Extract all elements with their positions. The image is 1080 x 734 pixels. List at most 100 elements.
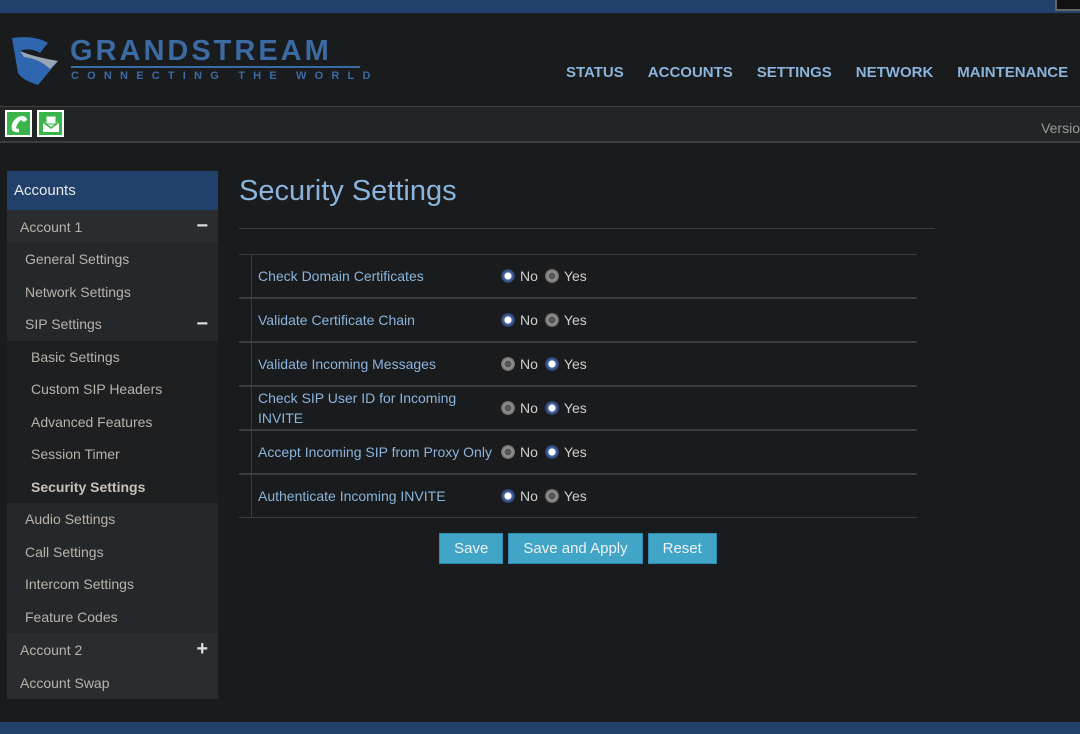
top-bar-control[interactable]: [1055, 0, 1080, 11]
radio-button-icon[interactable]: [544, 489, 559, 503]
radio-label: Yes: [563, 444, 587, 460]
setting-label: Check Domain Certificates: [258, 268, 424, 284]
setting-label: Validate Certificate Chain: [258, 312, 415, 328]
radio-no[interactable]: No: [501, 488, 538, 504]
radio-label: No: [520, 312, 538, 328]
sidebar-item-basic-settings[interactable]: Basic Settings: [7, 340, 218, 373]
sidebar-item-label: Session Timer: [31, 446, 120, 463]
radio-button-icon[interactable]: [544, 445, 559, 459]
radio-button-icon[interactable]: [501, 313, 515, 327]
collapse-icon[interactable]: −: [196, 313, 208, 336]
radio-button-icon[interactable]: [501, 401, 515, 415]
sidebar-item-label: General Settings: [25, 251, 130, 268]
settings-list: Check Domain Certificates No Yes Validate C…: [239, 254, 917, 518]
brand-name: GRANDSTREAM: [70, 35, 332, 67]
expand-icon[interactable]: +: [196, 638, 208, 661]
setting-label: Check SIP User ID for Incoming INVITE: [258, 390, 457, 426]
radio-no[interactable]: No: [501, 444, 538, 460]
setting-row: Validate Incoming Messages No Yes: [239, 342, 917, 386]
sidebar-item-label: Feature Codes: [25, 608, 118, 625]
sidebar-item-call-settings[interactable]: Call Settings: [7, 535, 218, 568]
radio-button-icon[interactable]: [501, 489, 515, 503]
setting-row: Check Domain Certificates No Yes: [239, 254, 917, 298]
sidebar-item-advanced-features[interactable]: Advanced Features: [7, 405, 218, 438]
sidebar-item-audio-settings[interactable]: Audio Settings: [7, 503, 218, 536]
sidebar-item-session-timer[interactable]: Session Timer: [7, 438, 218, 471]
sidebar-item-feature-codes[interactable]: Feature Codes: [7, 600, 218, 633]
sidebar-item-sip-settings[interactable]: SIP Settings −: [7, 308, 218, 341]
toolbar: Versio: [0, 106, 1080, 143]
setting-row: Validate Certificate Chain No Yes: [239, 298, 917, 342]
radio-no[interactable]: No: [501, 268, 538, 284]
radio-label: Yes: [563, 312, 587, 328]
sidebar-item-custom-sip-headers[interactable]: Custom SIP Headers: [7, 373, 218, 406]
radio-yes[interactable]: Yes: [544, 312, 587, 328]
collapse-icon[interactable]: −: [196, 215, 208, 238]
sidebar-item-label: Network Settings: [25, 283, 131, 300]
radio-label: Yes: [563, 268, 587, 284]
radio-button-icon[interactable]: [544, 357, 559, 371]
radio-yes[interactable]: Yes: [544, 268, 587, 284]
footer-bar: [0, 722, 1080, 734]
brand-tagline: CONNECTING THE WORLD: [71, 70, 379, 82]
sidebar-item-general-settings[interactable]: General Settings: [7, 243, 218, 276]
version-label: Versio: [1041, 120, 1080, 136]
radio-button-icon[interactable]: [501, 269, 515, 283]
sidebar-item-intercom-settings[interactable]: Intercom Settings: [7, 568, 218, 601]
nav-maintenance[interactable]: MAINTENANCE: [957, 64, 1068, 81]
radio-label: No: [520, 400, 538, 416]
setting-label: Authenticate Incoming INVITE: [258, 488, 446, 504]
radio-yes[interactable]: Yes: [544, 488, 587, 504]
grandstream-logo-icon: [12, 37, 58, 85]
radio-label: No: [520, 488, 538, 504]
radio-yes[interactable]: Yes: [544, 356, 587, 372]
header: GRANDSTREAM CONNECTING THE WORLD STATUS A…: [0, 13, 1080, 106]
setting-label: Validate Incoming Messages: [258, 356, 436, 372]
radio-button-icon[interactable]: [544, 313, 559, 327]
main-content: Security Settings Check Domain Certifica…: [239, 171, 935, 564]
sidebar-item-label: Account 2: [20, 641, 83, 658]
radio-button-icon[interactable]: [544, 401, 559, 415]
sidebar-item-account-swap[interactable]: Account Swap: [7, 666, 218, 699]
radio-label: Yes: [563, 400, 587, 416]
setting-row: Accept Incoming SIP from Proxy Only No Yes: [239, 430, 917, 474]
radio-label: No: [520, 268, 538, 284]
radio-no[interactable]: No: [501, 356, 538, 372]
main-nav: STATUS ACCOUNTS SETTINGS NETWORK MAINTENANCE: [554, 64, 1080, 81]
sidebar-item-network-settings[interactable]: Network Settings: [7, 275, 218, 308]
sidebar-item-label: Account Swap: [20, 674, 110, 691]
logo-divider: [71, 66, 360, 68]
sidebar-item-label: SIP Settings: [25, 316, 102, 333]
radio-label: No: [520, 356, 538, 372]
top-bar: [0, 0, 1080, 13]
sidebar-item-account-2[interactable]: Account 2 +: [7, 633, 218, 666]
reset-button[interactable]: Reset: [647, 533, 717, 564]
sidebar-item-label: Intercom Settings: [25, 576, 134, 593]
sidebar-item-label: Custom SIP Headers: [31, 381, 163, 398]
setting-label: Accept Incoming SIP from Proxy Only: [258, 444, 492, 460]
radio-button-icon[interactable]: [501, 357, 515, 371]
radio-label: Yes: [563, 356, 587, 372]
nav-settings[interactable]: SETTINGS: [757, 64, 832, 81]
setting-row: Authenticate Incoming INVITE No Yes: [239, 474, 917, 518]
sidebar-item-security-settings[interactable]: Security Settings: [7, 470, 218, 503]
radio-no[interactable]: No: [501, 312, 538, 328]
save-and-apply-button[interactable]: Save and Apply: [508, 533, 643, 564]
button-bar: Save Save and Apply Reset: [239, 533, 917, 564]
phone-icon[interactable]: [5, 110, 32, 137]
radio-yes[interactable]: Yes: [544, 444, 587, 460]
radio-yes[interactable]: Yes: [544, 400, 587, 416]
nav-accounts[interactable]: ACCOUNTS: [648, 64, 733, 81]
sidebar-item-label: Audio Settings: [25, 511, 116, 528]
radio-button-icon[interactable]: [501, 445, 515, 459]
nav-status[interactable]: STATUS: [566, 64, 624, 81]
sidebar-item-account-1[interactable]: Account 1 −: [7, 210, 218, 243]
message-icon[interactable]: [37, 110, 64, 137]
radio-no[interactable]: No: [501, 400, 538, 416]
sidebar-title[interactable]: Accounts: [7, 171, 218, 210]
save-button[interactable]: Save: [439, 533, 504, 564]
radio-button-icon[interactable]: [544, 269, 559, 283]
sidebar-item-label: Advanced Features: [31, 413, 153, 430]
radio-label: No: [520, 444, 538, 460]
nav-network[interactable]: NETWORK: [856, 64, 934, 81]
